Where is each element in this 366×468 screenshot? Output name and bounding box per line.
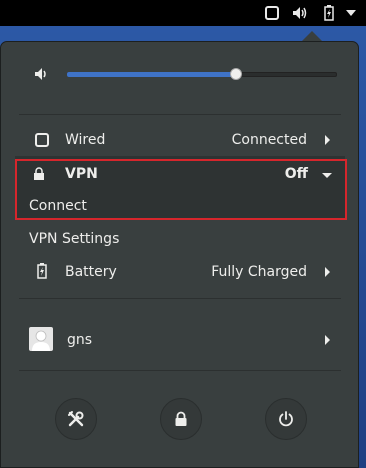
avatar-icon [29, 327, 53, 351]
system-menu-popup: Wired Connected VPN Off Connect VPN Sett… [0, 41, 359, 468]
battery-charging-icon [37, 263, 49, 279]
screen-icon[interactable] [264, 4, 280, 22]
volume-slider-handle[interactable] [230, 68, 242, 80]
lock-button[interactable] [160, 398, 202, 440]
battery-icon[interactable] [322, 4, 336, 22]
battery-menu-item[interactable]: Battery Fully Charged [11, 260, 351, 284]
separator [19, 298, 341, 299]
lock-icon [174, 411, 188, 427]
user-menu-item[interactable]: gns [11, 326, 351, 354]
wired-menu-item[interactable]: Wired Connected [11, 128, 351, 152]
wired-label: Wired [65, 132, 106, 148]
tools-icon [67, 410, 85, 428]
chevron-right-icon [325, 267, 330, 277]
settings-button[interactable] [55, 398, 97, 440]
battery-status: Fully Charged [211, 264, 307, 280]
chevron-right-icon [325, 135, 330, 145]
network-wired-icon [35, 132, 49, 147]
popup-arrow [302, 31, 322, 41]
power-icon [278, 411, 294, 427]
menu-arrow-icon[interactable] [345, 4, 357, 22]
vpn-settings-item[interactable]: VPN Settings [29, 231, 119, 247]
chevron-right-icon [325, 335, 330, 345]
volume-slider-fill [67, 72, 236, 77]
highlight-box [15, 159, 347, 220]
top-bar [0, 0, 366, 26]
volume-icon[interactable] [291, 4, 309, 22]
user-name: gns [67, 332, 93, 348]
wired-status: Connected [231, 132, 307, 148]
battery-label: Battery [65, 264, 117, 280]
separator [19, 370, 341, 371]
speaker-icon [34, 66, 50, 80]
separator [19, 114, 341, 115]
power-button[interactable] [265, 398, 307, 440]
